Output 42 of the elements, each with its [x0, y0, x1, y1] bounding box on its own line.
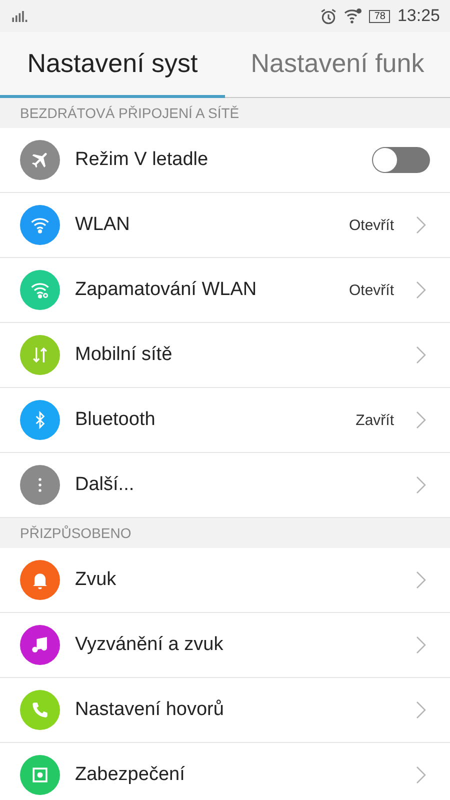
chevron-icon: [416, 636, 426, 654]
wifi-icon: [344, 8, 362, 24]
clock-time: 13:25: [397, 6, 440, 26]
row-title: Bluetooth: [75, 409, 156, 431]
chevron-icon: [416, 216, 426, 234]
row-title: Zapamatování WLAN: [75, 279, 258, 301]
settings-row[interactable]: Režim V letadle: [0, 128, 450, 193]
chevron-icon: [416, 411, 426, 429]
section-header: PŘIZPŮSOBENO: [19, 524, 132, 543]
battery-level: 78: [369, 10, 390, 22]
chevron-icon: [416, 346, 426, 364]
tab[interactable]: Nastavení funk: [225, 32, 450, 98]
row-value: Otevřít: [348, 282, 394, 298]
chevron-icon: [416, 766, 426, 784]
chevron-icon: [416, 476, 426, 494]
settings-row[interactable]: Zvuk: [0, 548, 450, 613]
row-title: Mobilní sítě: [75, 344, 174, 366]
row-title: Vyzvánění a zvuk: [75, 634, 224, 656]
row-value: Zavřít: [356, 412, 394, 428]
settings-row[interactable]: Zapamatování WLAN Otevřít: [0, 258, 450, 323]
section-header: BEZDRÁTOVÁ PŘIPOJENÍ A SÍTĚ: [19, 104, 240, 123]
settings-row[interactable]: WLAN Otevřít: [0, 193, 450, 258]
settings-row[interactable]: Bluetooth Zavřít: [0, 388, 450, 453]
chevron-icon: [416, 281, 426, 299]
row-value: Otevřít: [348, 216, 394, 234]
settings-row[interactable]: Zabezpečení: [0, 743, 450, 800]
settings-row[interactable]: Mobilní sítě: [0, 323, 450, 388]
settings-row[interactable]: Nastavení hovorů: [0, 678, 450, 743]
settings-row[interactable]: Vyzvánění a zvuk: [0, 613, 450, 678]
alarm-icon: [320, 8, 338, 24]
row-title: Další...: [75, 474, 136, 496]
chevron-icon: [416, 571, 426, 589]
chevron-icon: [416, 701, 426, 719]
row-title: Zvuk: [75, 569, 118, 591]
settings-row[interactable]: Další...: [0, 453, 450, 518]
row-title: Zabezpečení: [75, 764, 186, 786]
toggle-switch[interactable]: [372, 147, 430, 173]
row-title: Nastavení hovorů: [75, 699, 225, 721]
tab[interactable]: Nastavení syst: [0, 32, 225, 98]
signal-icon: [12, 10, 30, 22]
row-title: WLAN: [75, 214, 131, 236]
row-title: Režim V letadle: [75, 149, 210, 171]
